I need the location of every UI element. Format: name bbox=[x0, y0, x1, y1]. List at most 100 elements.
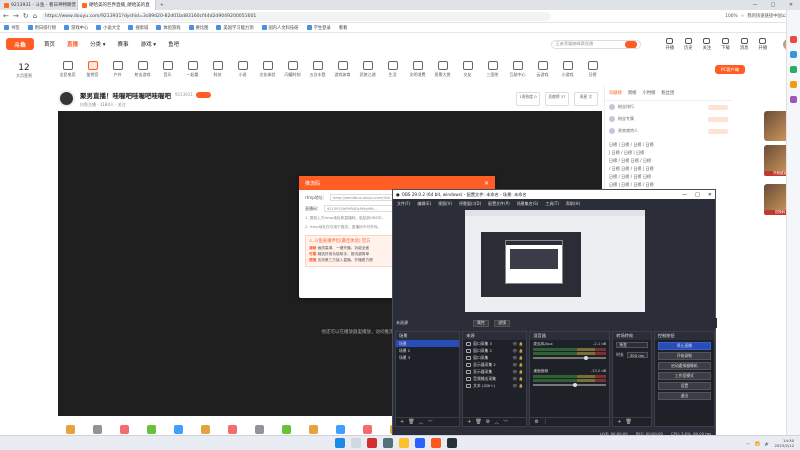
obs-preview[interactable] bbox=[465, 210, 645, 312]
chat-tab[interactable]: 粉丝团 bbox=[661, 90, 674, 96]
rtmp-field[interactable]: rtmp://sendfw-a.douyu.com/live bbox=[329, 194, 400, 201]
scene-item[interactable]: 场景 bbox=[396, 340, 460, 347]
remove-icon[interactable]: 🗑 bbox=[625, 419, 631, 425]
category-item[interactable]: 游戏体育 bbox=[330, 61, 355, 83]
streamer-avatar[interactable] bbox=[58, 90, 75, 107]
start-recording-button[interactable]: 开始录制 bbox=[657, 352, 711, 360]
zoom-level[interactable]: 100% bbox=[725, 14, 737, 19]
bookmark-item[interactable]: 搜索城 bbox=[128, 25, 148, 31]
source-item[interactable]: 窗口采集 2 👁 🔒 bbox=[463, 347, 526, 354]
gift-icon[interactable] bbox=[255, 424, 264, 434]
bookmark-item[interactable]: 美国学习能力测 bbox=[216, 25, 254, 31]
header-icon-item[interactable]: 开播 bbox=[758, 37, 767, 51]
sidebar-app-icon[interactable] bbox=[790, 51, 797, 58]
bookmark-item[interactable]: 用日排行榜 bbox=[27, 25, 56, 31]
volume-icon[interactable]: 🔊 bbox=[765, 441, 770, 446]
menu-live[interactable]: 直播 bbox=[67, 40, 78, 48]
source-item[interactable]: 显示器采集 👁 🔒 bbox=[463, 368, 526, 375]
maximize-button[interactable]: □ bbox=[764, 2, 782, 8]
up-icon[interactable]: ︿ bbox=[419, 419, 424, 426]
file-explorer-icon[interactable] bbox=[399, 438, 409, 448]
obs-menu-item[interactable]: 工具(T) bbox=[545, 201, 559, 207]
settings-button[interactable]: 设置 bbox=[657, 382, 711, 390]
visibility-lock-icon[interactable]: 👁 🔒 bbox=[513, 341, 524, 346]
slider-handle[interactable] bbox=[573, 383, 578, 387]
stop-streaming-button[interactable]: 停止直播 bbox=[657, 342, 711, 350]
obs-menu-item[interactable]: 停靠窗口(D) bbox=[459, 201, 481, 207]
gift-icon[interactable] bbox=[120, 424, 129, 434]
gift-icon[interactable] bbox=[174, 424, 183, 434]
source-item[interactable]: 音频输出采集 👁 🔒 bbox=[463, 375, 526, 382]
scene-item[interactable]: 场景 2 bbox=[396, 347, 459, 354]
quick-link-text[interactable]: 我的快速链接中国公司 bbox=[747, 13, 790, 19]
category-item[interactable]: 武侠江湖 bbox=[355, 61, 380, 83]
remove-icon[interactable]: 🗑 bbox=[475, 419, 481, 425]
category-item[interactable]: 小说 bbox=[230, 61, 255, 83]
browser-tab-1[interactable]: 硬哈美的巨界直播_硬哈美的直 ✕ bbox=[78, 0, 156, 10]
obs-icon[interactable] bbox=[447, 438, 457, 448]
sidebar-app-icon[interactable] bbox=[790, 81, 797, 88]
header-icon-item[interactable]: 开播 bbox=[665, 37, 674, 51]
studio-mode-button[interactable]: 工作室模式 bbox=[657, 372, 711, 380]
remove-icon[interactable]: 🗑 bbox=[408, 419, 414, 425]
obs-menu-item[interactable]: 场景集合(S) bbox=[517, 201, 539, 207]
gift-icon[interactable] bbox=[336, 424, 345, 434]
category-item[interactable]: 小游戏 bbox=[555, 61, 580, 83]
task-view-icon[interactable] bbox=[383, 438, 393, 448]
gift-icon[interactable] bbox=[228, 424, 237, 434]
menu-category[interactable]: 分类 ▾ bbox=[90, 40, 106, 48]
visibility-lock-icon[interactable]: 👁 🔒 bbox=[513, 348, 524, 353]
follow-button[interactable] bbox=[195, 91, 211, 98]
category-item[interactable]: 射击游戏 bbox=[130, 61, 155, 83]
pc-client-button[interactable]: PC客户端 bbox=[715, 65, 745, 74]
category-item[interactable]: 交友 bbox=[455, 61, 480, 83]
stream-key-field[interactable]: 9213931bRHR4DcM9ytf6r... bbox=[324, 205, 394, 212]
obs-menu-item[interactable]: 帮助(H) bbox=[566, 201, 580, 207]
visibility-lock-icon[interactable]: 👁 🔒 bbox=[513, 355, 524, 360]
forward-icon[interactable]: → bbox=[13, 12, 19, 20]
chat-tab[interactable]: 小时榜 bbox=[642, 90, 655, 96]
category-item[interactable]: 日榜 bbox=[580, 61, 605, 83]
menu-games[interactable]: 游戏 ▾ bbox=[141, 40, 157, 48]
minimize-button[interactable]: — bbox=[746, 2, 764, 8]
bookmark-item[interactable]: 国内人文科技研 bbox=[261, 25, 299, 31]
clock[interactable]: 14:30 2023/2/12 bbox=[775, 438, 794, 448]
browser-icon[interactable] bbox=[415, 438, 425, 448]
star-icon[interactable]: ☆ bbox=[741, 14, 745, 19]
home-icon[interactable]: ⌂ bbox=[33, 12, 37, 20]
volume-slider[interactable] bbox=[533, 383, 607, 387]
gift-icon[interactable] bbox=[309, 424, 318, 434]
close-window-button[interactable]: ✕ bbox=[782, 2, 800, 8]
url-input[interactable]: https://www.douyu.com/9213931?dyshid=3c8… bbox=[41, 11, 552, 21]
category-item[interactable]: 科技 bbox=[205, 61, 230, 83]
rank-row[interactable]: 粉丝排行 bbox=[605, 101, 732, 113]
chevron-up-icon[interactable]: ︿ bbox=[746, 440, 750, 446]
visibility-lock-icon[interactable]: 👁 🔒 bbox=[513, 369, 524, 374]
scene-item[interactable]: 场景 3 bbox=[396, 354, 459, 361]
close-window-button[interactable]: ✕ bbox=[708, 192, 712, 198]
obs-menu-item[interactable]: 文件(F) bbox=[397, 201, 410, 207]
menu-events[interactable]: 赛事 bbox=[118, 40, 129, 48]
new-tab-button[interactable]: + bbox=[156, 0, 168, 10]
wps-icon[interactable] bbox=[367, 438, 377, 448]
sidebar-app-icon[interactable] bbox=[790, 36, 797, 43]
category-item[interactable]: 云游戏 bbox=[530, 61, 555, 83]
obs-menu-item[interactable]: 编辑(E) bbox=[417, 201, 431, 207]
category-item[interactable]: 鉴赏官 bbox=[80, 61, 105, 83]
bookmark-item[interactable]: 要比图 bbox=[188, 25, 208, 31]
douyu-icon[interactable] bbox=[431, 438, 441, 448]
transition-select[interactable]: 渐变 bbox=[616, 342, 648, 348]
back-icon[interactable]: ← bbox=[3, 12, 9, 20]
menu-yuba[interactable]: 鱼吧 bbox=[168, 40, 179, 48]
bookmark-item[interactable]: 书签 bbox=[4, 25, 20, 31]
more-icon[interactable]: ⋮ bbox=[543, 419, 548, 425]
rank-row[interactable]: 贵宾席特人 bbox=[605, 125, 732, 137]
menu-home[interactable]: 首页 bbox=[44, 40, 55, 48]
room-stat[interactable]: 贡献榜 37 bbox=[545, 91, 569, 106]
header-icon-item[interactable]: 关注 bbox=[703, 37, 711, 51]
gear-icon[interactable]: ⚙ bbox=[486, 419, 490, 425]
source-item[interactable]: 文本 (GDI+) 👁 🔒 bbox=[463, 382, 526, 389]
gift-icon[interactable] bbox=[66, 424, 75, 434]
checkin-date[interactable]: 12 大月签到 bbox=[10, 63, 38, 83]
site-search-input[interactable]: 王者荣耀巅峰赛直播 bbox=[551, 39, 642, 49]
